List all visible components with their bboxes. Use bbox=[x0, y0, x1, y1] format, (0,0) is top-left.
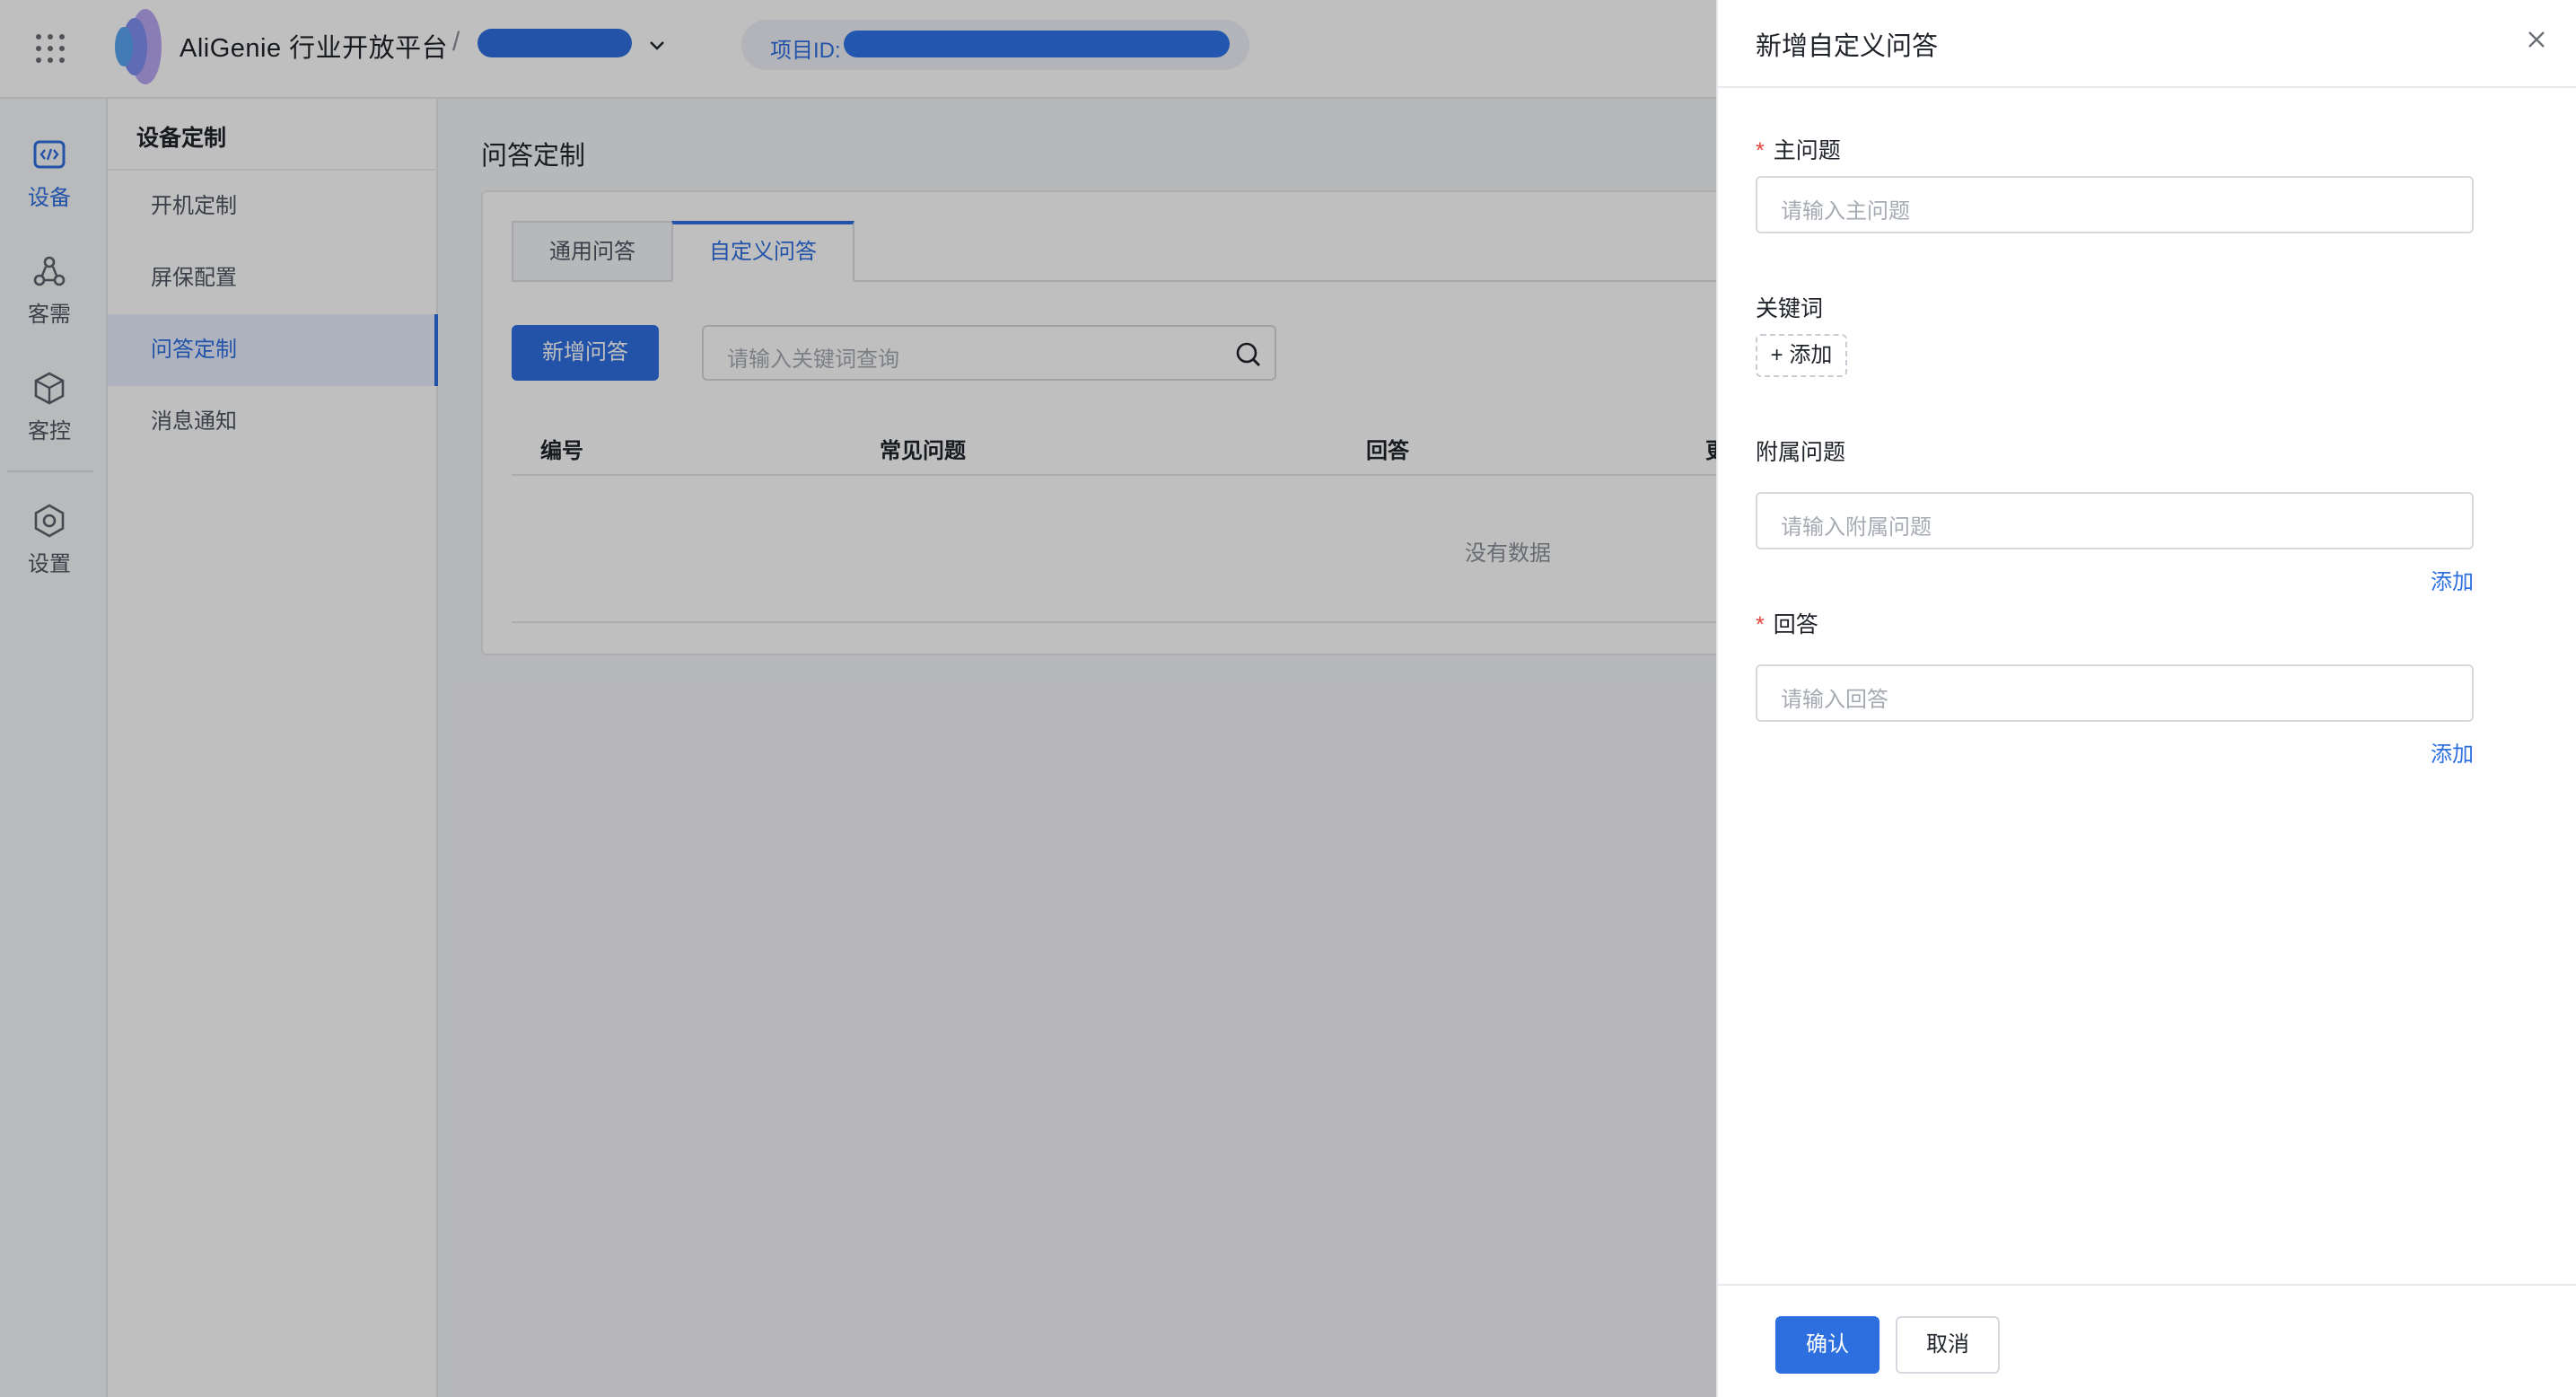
main-question-input[interactable]: 请输入主问题 bbox=[1756, 176, 2474, 233]
sub-question-input[interactable]: 请输入附属问题 bbox=[1756, 492, 2474, 549]
keywords-label: 关键词 bbox=[1756, 296, 1824, 321]
main-question-placeholder: 请输入主问题 bbox=[1781, 199, 1910, 224]
answer-label-text: 回答 bbox=[1773, 612, 1818, 637]
drawer-footer-divider bbox=[1718, 1284, 2576, 1286]
close-icon[interactable] bbox=[2522, 25, 2551, 54]
add-keyword-button[interactable]: + 添加 bbox=[1756, 334, 1847, 377]
add-custom-qa-drawer: 新增自定义问答 * 主问题 请输入主问题 关键词 + 添加 附属问题 请输入附属问… bbox=[1716, 0, 2576, 1397]
drawer-title: 新增自定义问答 bbox=[1756, 32, 1939, 61]
add-sub-question-link[interactable]: 添加 bbox=[2431, 564, 2474, 595]
answer-label: * 回答 bbox=[1756, 607, 1818, 639]
main-question-label: * 主问题 bbox=[1756, 133, 1841, 165]
drawer-overlay[interactable] bbox=[0, 0, 1716, 1397]
required-mark: * bbox=[1756, 612, 1765, 637]
confirm-button[interactable]: 确认 bbox=[1775, 1316, 1879, 1374]
sub-question-placeholder: 请输入附属问题 bbox=[1781, 515, 1932, 540]
answer-placeholder: 请输入回答 bbox=[1781, 688, 1888, 712]
required-mark: * bbox=[1756, 138, 1765, 163]
main-question-label-text: 主问题 bbox=[1773, 138, 1841, 163]
sub-question-label: 附属问题 bbox=[1756, 440, 1846, 465]
add-answer-link[interactable]: 添加 bbox=[2431, 736, 2474, 768]
cancel-button[interactable]: 取消 bbox=[1896, 1316, 2000, 1374]
drawer-header-divider bbox=[1718, 86, 2576, 88]
answer-input[interactable]: 请输入回答 bbox=[1756, 664, 2474, 722]
